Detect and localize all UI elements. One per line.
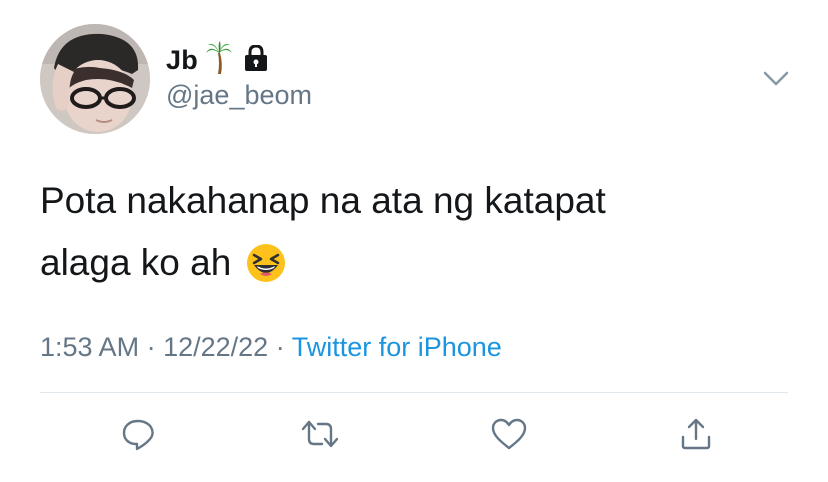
tweet-text: Pota nakahanap na ata ng katapat alaga k… [40,170,780,302]
tweet-text-line-2-text: alaga ko ah [40,242,232,283]
tweet-text-line-1: Pota nakahanap na ata ng katapat [40,180,606,221]
name-row: Jb [166,40,268,80]
tweet-source-link[interactable]: Twitter for iPhone [292,332,502,362]
display-name[interactable]: Jb [166,45,198,76]
retweet-button[interactable] [300,416,340,456]
tweet-card: Jb @jae_beom Pota nakahanap na ata ng ka… [0,0,828,482]
meta-separator-1: · [146,332,156,362]
divider [40,392,788,393]
chevron-down-icon[interactable] [760,64,792,92]
grinning-squinting-face-emoji [246,240,286,302]
tweet-time[interactable]: 1:53 AM [40,332,139,362]
user-handle[interactable]: @jae_beom [166,80,312,111]
avatar-photo [40,24,150,134]
palm-tree-icon [205,40,232,80]
retweet-icon [300,416,340,457]
tweet-meta: 1:53 AM · 12/22/22 · Twitter for iPhone [40,332,502,363]
share-icon [678,416,714,457]
like-icon [490,416,528,457]
share-button[interactable] [676,416,716,456]
reply-button[interactable] [118,416,158,456]
meta-separator-2: · [275,332,285,362]
lock-icon [244,43,268,76]
tweet-date[interactable]: 12/22/22 [163,332,268,362]
avatar[interactable] [40,24,150,134]
tweet-text-line-2: alaga ko ah [40,232,780,302]
like-button[interactable] [489,416,529,456]
reply-icon [120,416,156,457]
